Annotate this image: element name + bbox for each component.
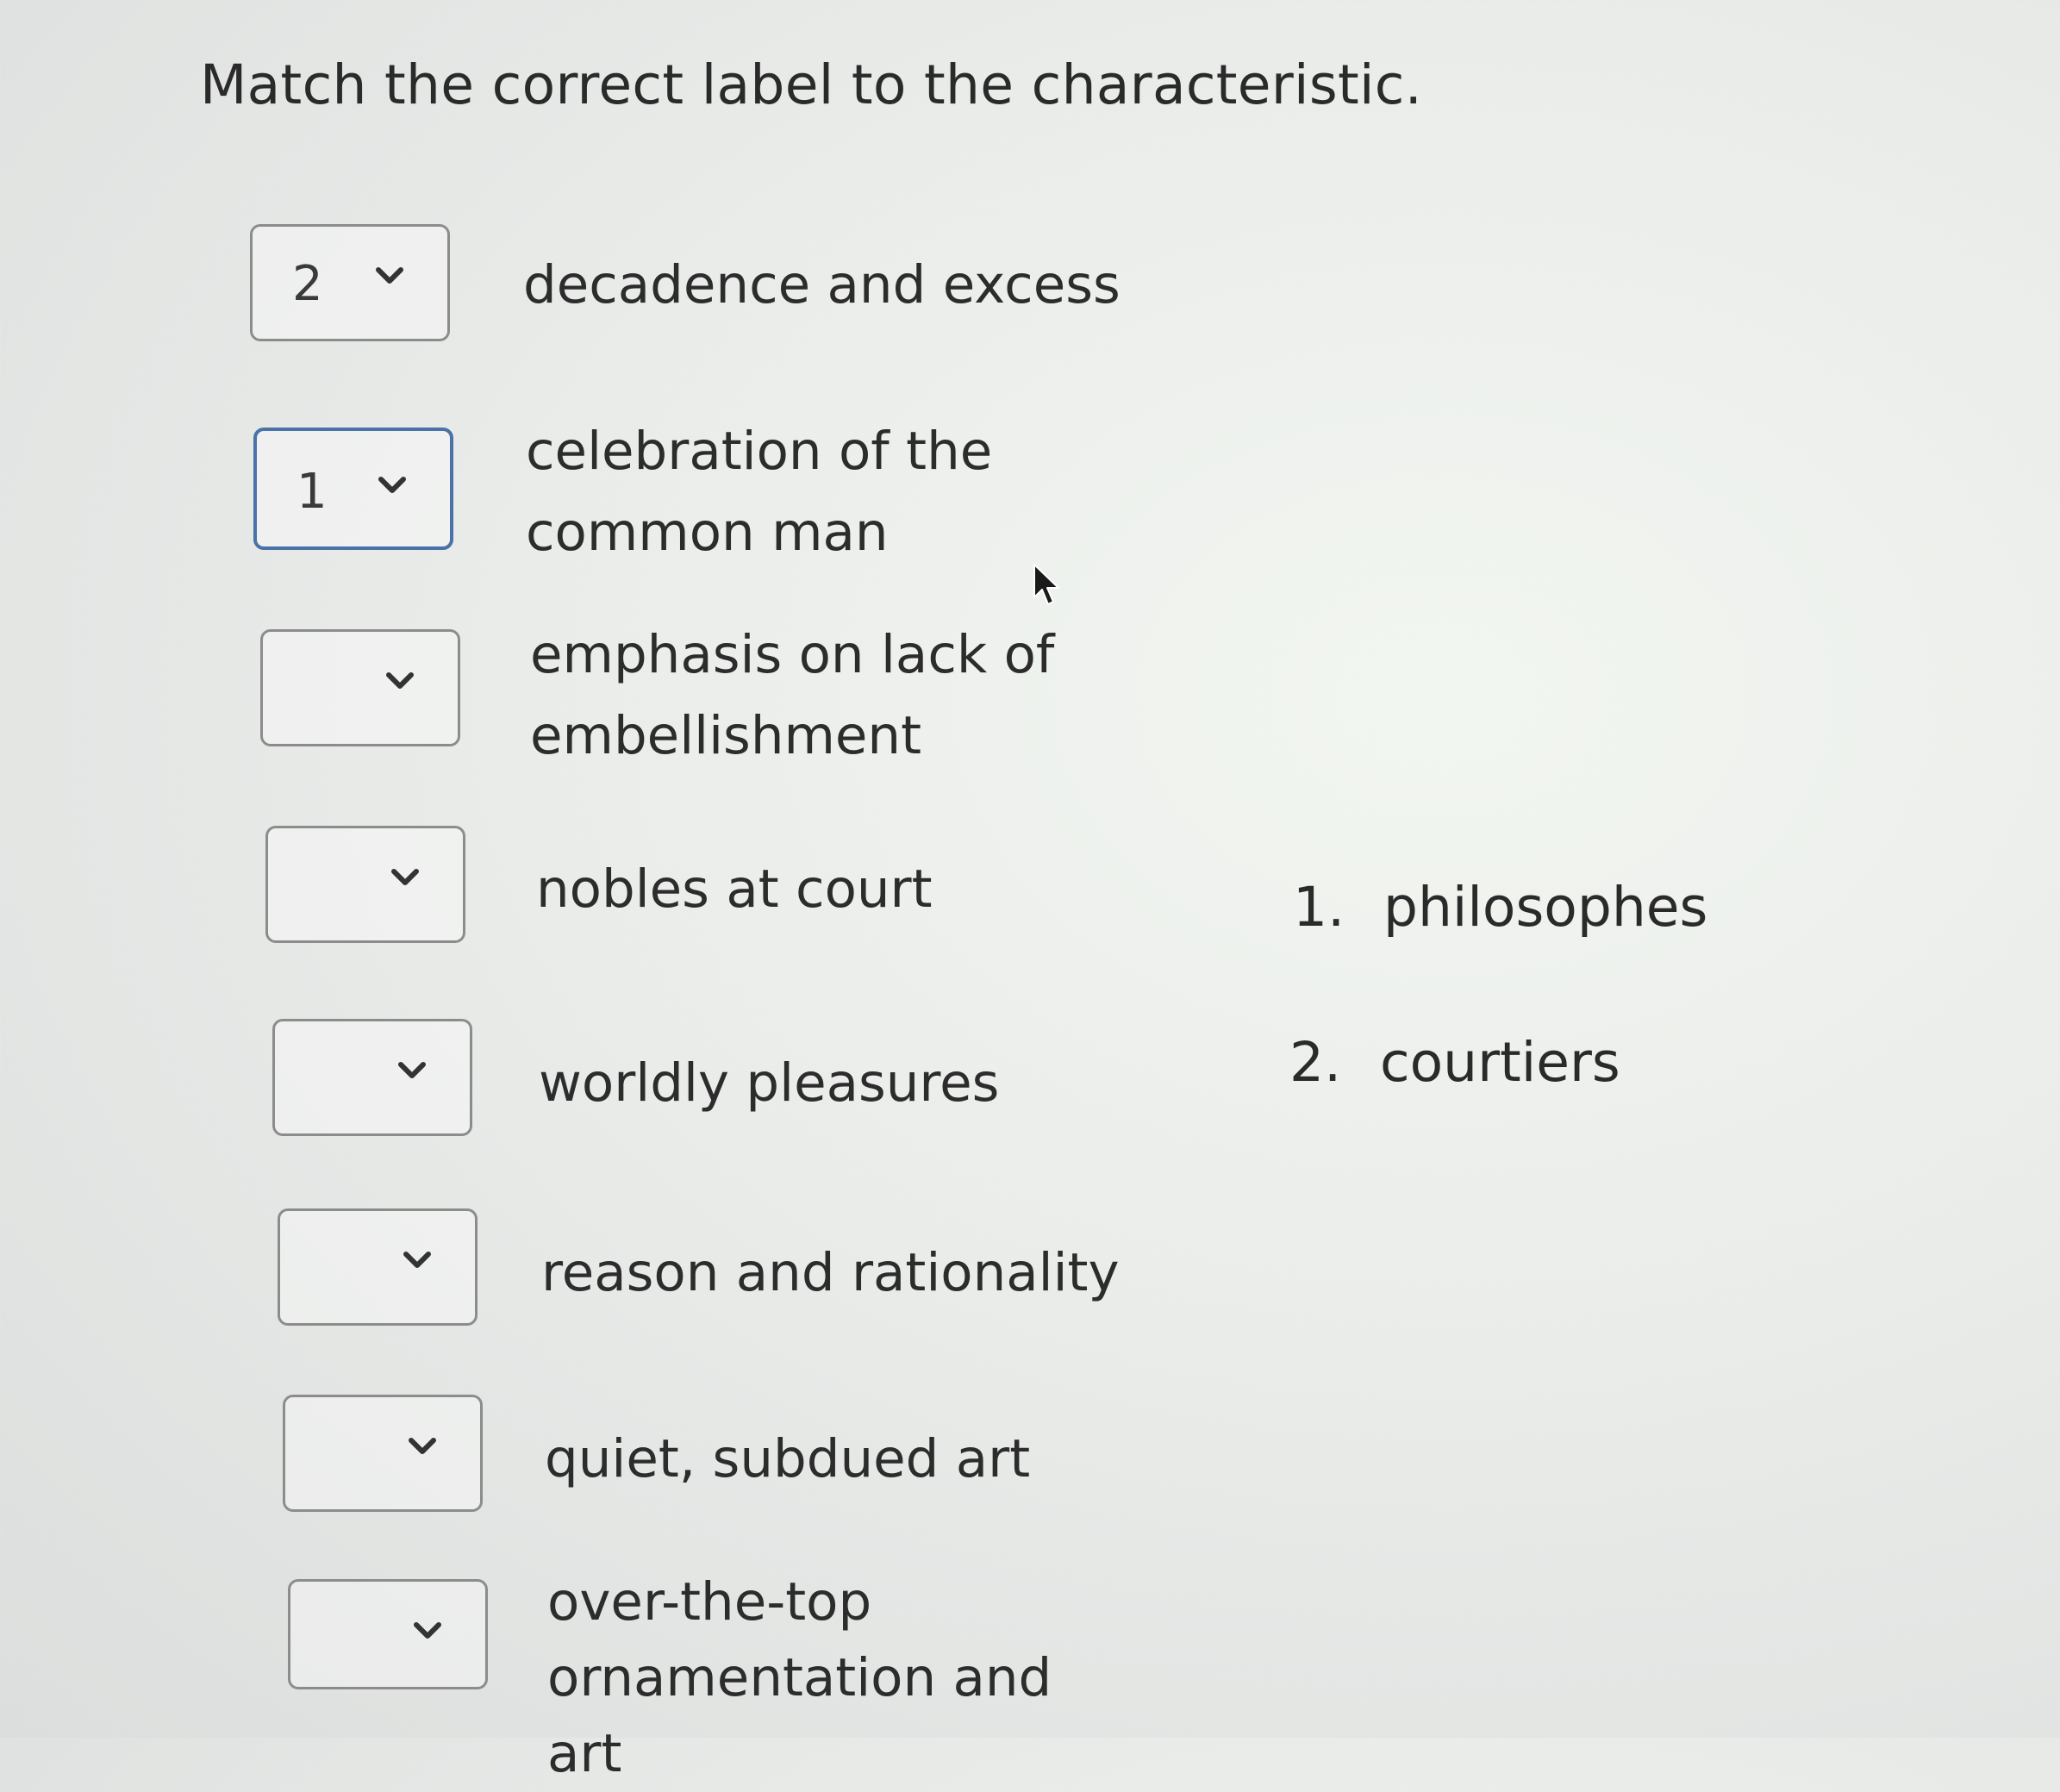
characteristic-label: emphasis on lack of embellishment bbox=[530, 624, 1055, 766]
answer-select-ornamentation[interactable] bbox=[288, 1579, 488, 1689]
answer-select-decadence[interactable]: 2 bbox=[250, 224, 450, 341]
select-value: 2 bbox=[292, 256, 323, 312]
option-number: 2. bbox=[1289, 1031, 1342, 1094]
question-prompt: Match the correct label to the character… bbox=[200, 53, 1423, 116]
answer-select-embellishment[interactable] bbox=[260, 629, 460, 746]
select-value: 1 bbox=[297, 464, 328, 520]
chevron-down-icon bbox=[386, 672, 414, 689]
chevron-down-icon bbox=[378, 477, 406, 493]
chevron-down-icon bbox=[409, 1438, 436, 1454]
option-number: 1. bbox=[1293, 876, 1345, 939]
option-item: 1. philosophes bbox=[1293, 876, 1707, 939]
answer-select-nobles[interactable] bbox=[265, 826, 465, 943]
chevron-down-icon bbox=[414, 1622, 441, 1639]
option-item: 2. courtiers bbox=[1289, 1031, 1620, 1094]
characteristic-label: quiet, subdued art bbox=[545, 1428, 1031, 1489]
answer-select-reason[interactable] bbox=[278, 1208, 478, 1326]
chevron-down-icon bbox=[398, 1062, 426, 1078]
chevron-down-icon bbox=[376, 267, 403, 284]
option-text: philosophes bbox=[1383, 876, 1708, 939]
characteristic-label: nobles at court bbox=[536, 859, 933, 920]
characteristic-label: worldly pleasures bbox=[539, 1052, 1000, 1114]
option-text: courtiers bbox=[1380, 1031, 1620, 1094]
chevron-down-icon bbox=[391, 869, 419, 885]
mouse-pointer-icon bbox=[1033, 564, 1059, 605]
characteristic-label: over-the-top ornamentation and art bbox=[547, 1571, 1052, 1784]
answer-select-quiet-art[interactable] bbox=[283, 1395, 483, 1512]
chevron-down-icon bbox=[403, 1252, 431, 1268]
answer-select-common-man[interactable]: 1 bbox=[253, 428, 453, 550]
characteristic-label: decadence and excess bbox=[523, 254, 1121, 315]
characteristic-label: reason and rationality bbox=[541, 1242, 1120, 1303]
answer-select-worldly[interactable] bbox=[272, 1019, 472, 1136]
characteristic-label: celebration of the common man bbox=[526, 421, 993, 563]
